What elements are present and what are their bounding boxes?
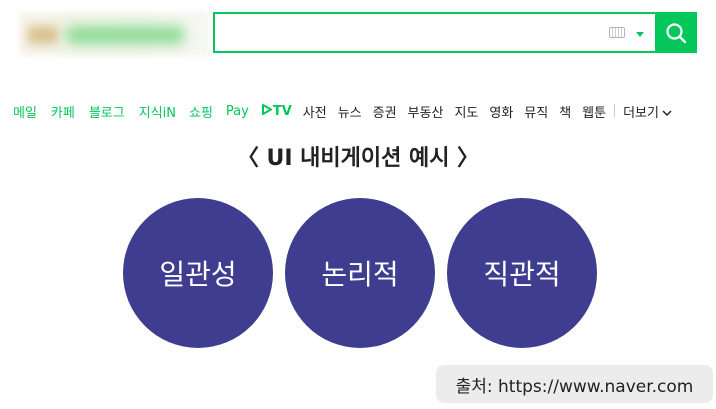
nav-item-2[interactable]: 블로그 xyxy=(89,102,125,121)
logo-blur-mark xyxy=(28,26,58,44)
page-title: 〈 UI 내비게이션 예시 〉 xyxy=(236,146,480,171)
search-button[interactable] xyxy=(655,12,697,53)
nav-item-11[interactable]: 지도 xyxy=(454,102,478,121)
nav-item-14[interactable]: 책 xyxy=(559,102,571,121)
play-triangle-icon xyxy=(261,103,272,115)
more-label: 더보기 xyxy=(623,105,659,121)
search-input[interactable] xyxy=(223,20,607,48)
nav-item-9[interactable]: 증권 xyxy=(373,102,397,121)
nav-item-6[interactable]: TV xyxy=(261,103,292,119)
circle-logical: 논리적 xyxy=(285,198,435,348)
nav-item-13[interactable]: 뮤직 xyxy=(524,102,548,121)
source-caption: 출처: https://www.naver.com xyxy=(436,365,713,403)
nav-item-4[interactable]: 쇼핑 xyxy=(189,102,213,121)
circle-consistency: 일관성 xyxy=(123,198,273,348)
keyboard-icon[interactable] xyxy=(609,27,625,38)
nav-divider xyxy=(614,104,616,118)
search-box[interactable] xyxy=(213,12,697,53)
nav-item-0[interactable]: 메일 xyxy=(13,102,37,121)
service-nav: 메일 카페 블로그 지식iN 쇼핑 Pay TV 사전 뉴스 증권 부동산 지도 영화 뮤직 책 웹툰 더보기 xyxy=(0,95,716,127)
caret-down-icon[interactable] xyxy=(636,32,644,37)
nav-item-15[interactable]: 웹툰 xyxy=(582,102,606,121)
magnifier-icon xyxy=(666,22,687,43)
chevron-down-icon xyxy=(662,109,672,116)
nav-item-3[interactable]: 지식iN xyxy=(139,102,176,121)
nav-item-8[interactable]: 뉴스 xyxy=(338,102,362,121)
logo-blur-text xyxy=(66,26,184,44)
nav-item-12[interactable]: 영화 xyxy=(489,102,513,121)
circle-intuitive: 직관적 xyxy=(447,198,597,348)
nav-item-5[interactable]: Pay xyxy=(226,104,249,119)
nav-item-label: TV xyxy=(272,103,292,119)
nav-item-7[interactable]: 사전 xyxy=(303,102,327,121)
more-menu[interactable]: 더보기 xyxy=(623,102,672,121)
nav-item-10[interactable]: 부동산 xyxy=(408,102,444,121)
naver-logo[interactable] xyxy=(20,12,210,56)
nav-item-1[interactable]: 카페 xyxy=(51,102,75,121)
